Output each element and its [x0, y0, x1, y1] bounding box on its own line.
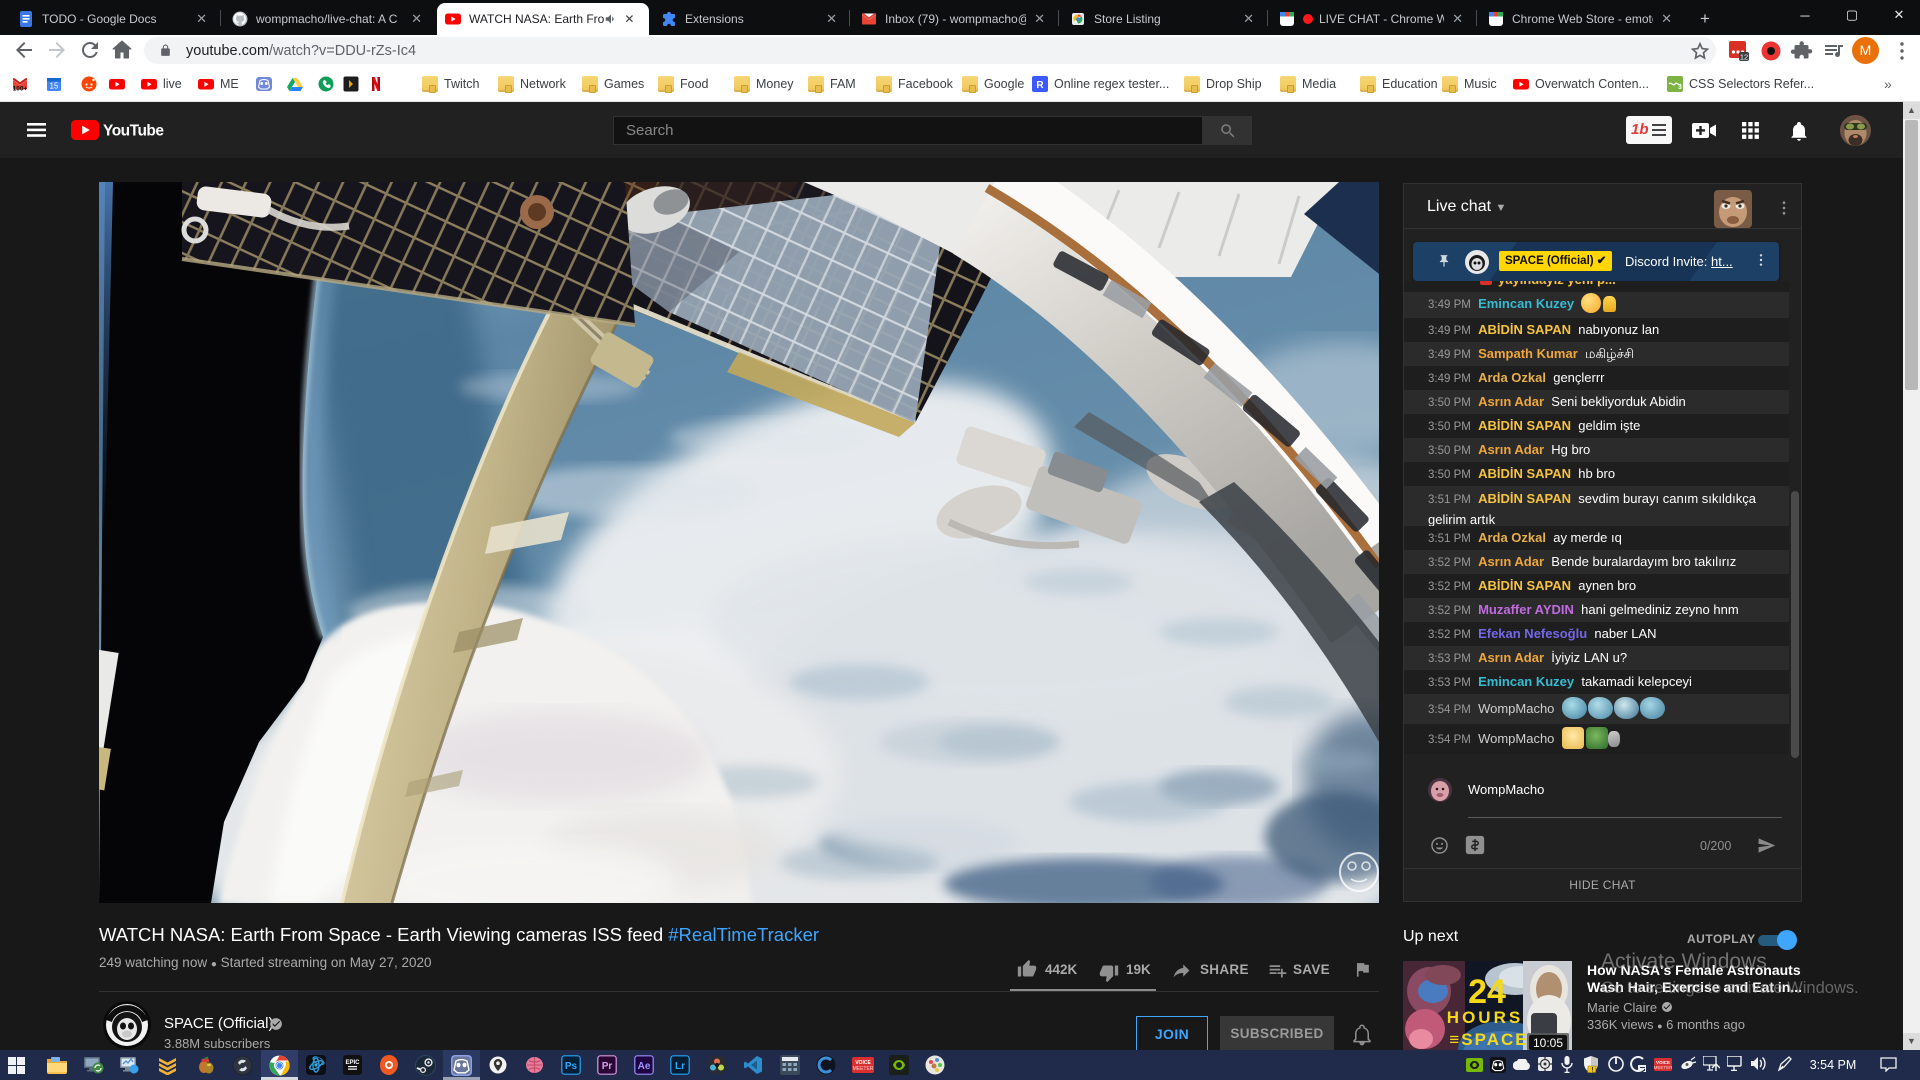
svg-text:≡SPACE: ≡SPACE: [1449, 1030, 1528, 1049]
svg-text:MEETER: MEETER: [1654, 1065, 1672, 1070]
svg-text:100+: 100+: [13, 86, 28, 93]
svg-text:10:05: 10:05: [1533, 1036, 1563, 1050]
svg-text:R: R: [1036, 80, 1044, 91]
svg-text:Ae: Ae: [638, 1061, 651, 1072]
svg-text:Pr: Pr: [602, 1061, 613, 1072]
svg-text:12: 12: [1740, 53, 1748, 62]
svg-text:Ps: Ps: [565, 1061, 578, 1072]
svg-text:YouTube: YouTube: [103, 123, 164, 140]
svg-text:HOURS: HOURS: [1447, 1008, 1523, 1027]
svg-text:MEETER: MEETER: [853, 1066, 874, 1072]
svg-text:Lr: Lr: [675, 1061, 685, 1072]
svg-text:!: !: [1592, 1068, 1594, 1074]
svg-text:24: 24: [1468, 973, 1506, 1011]
svg-text:EPIC: EPIC: [345, 1060, 360, 1066]
svg-text:3: 3: [1678, 84, 1682, 91]
svg-text:15: 15: [50, 82, 59, 91]
